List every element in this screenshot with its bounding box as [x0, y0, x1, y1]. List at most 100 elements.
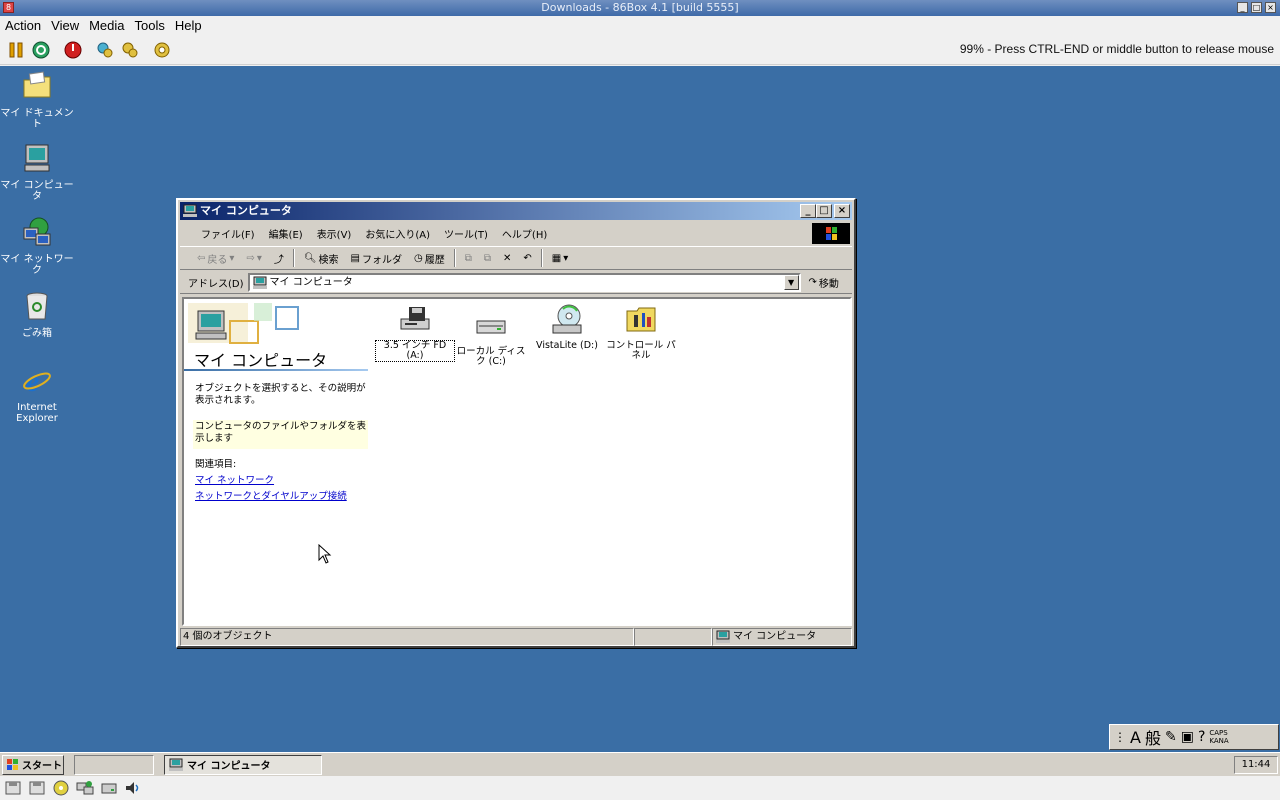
ime-conversion-mode[interactable]: 般 [1145, 725, 1161, 749]
desktop-icon-internet-explorer[interactable]: e Internet Explorer [0, 364, 74, 424]
delete-icon: ✕ [503, 252, 512, 264]
mouse-cursor-icon [318, 544, 332, 564]
ime-key-status: CAPS KANA [1209, 729, 1228, 745]
86box-app-icon: 8 [3, 2, 14, 13]
host-menu-bar: Action View Media Tools Help [0, 16, 1280, 35]
host-maximize-button[interactable]: □ [1251, 2, 1262, 13]
undo-icon: ↶ [523, 252, 532, 264]
address-dropdown-button[interactable]: ▼ [783, 275, 799, 290]
status-location-pane: マイ コンピュータ [712, 628, 852, 646]
move-to-button[interactable]: ⧉ [462, 253, 475, 264]
floppy-status-icon[interactable] [4, 780, 22, 796]
ime-help-icon[interactable]: ? [1198, 729, 1205, 745]
folders-button[interactable]: ▤ フォルダ [348, 251, 405, 266]
ctrl-alt-del-icon[interactable] [95, 40, 115, 60]
pause-icon[interactable] [6, 40, 26, 60]
drive-item-cd-d[interactable]: VistaLite (D:) [528, 303, 606, 351]
maximize-button[interactable]: □ [816, 204, 832, 218]
menu-file[interactable]: ファイル(F) [194, 226, 262, 241]
back-arrow-icon: ⇦ [197, 252, 206, 264]
hard-disk-status-icon[interactable] [100, 780, 118, 796]
start-button[interactable]: スタート [2, 754, 64, 775]
delete-button[interactable]: ✕ [500, 253, 514, 264]
history-button[interactable]: ◷ 履歴 [411, 251, 448, 266]
undo-button[interactable]: ↶ [520, 253, 534, 264]
desktop-icon-label: Internet Explorer [16, 402, 58, 424]
desktop-icon-label: マイ ドキュメント [0, 108, 74, 130]
go-button[interactable]: ↷ 移動 [809, 275, 839, 290]
link-network-dialup-connections[interactable]: ネットワークとダイヤルアップ接続 [195, 488, 347, 502]
history-icon: ◷ [414, 252, 423, 264]
search-button[interactable]: 🔍︎ 検索 [301, 251, 342, 266]
close-button[interactable]: × [834, 204, 850, 218]
desktop-icon-my-network[interactable]: マイ ネットワーク [0, 216, 74, 276]
copy-to-button[interactable]: ⧉ [481, 253, 494, 264]
taskbar-button-my-computer[interactable]: マイ コンピュータ [164, 754, 322, 775]
menu-action[interactable]: Action [0, 16, 46, 35]
hard-disk-icon [476, 320, 506, 334]
ctrl-alt-esc-icon[interactable] [120, 40, 140, 60]
forward-arrow-icon: ⇨ [246, 252, 255, 264]
guest-desktop[interactable]: マイ ドキュメント マイ コンピュータ マイ ネットワーク ごみ箱 e Inte… [0, 66, 1280, 776]
history-label: 履歴 [424, 254, 445, 266]
menu-help[interactable]: Help [170, 16, 207, 35]
go-arrow-icon: ↷ [808, 277, 817, 288]
address-input[interactable]: マイ コンピュータ ▼ [247, 273, 801, 292]
cd-status-icon[interactable] [52, 780, 70, 796]
folders-label: フォルダ [362, 254, 402, 266]
ime-handle-icon[interactable]: ⋮ [1114, 730, 1126, 744]
power-icon[interactable] [63, 40, 83, 60]
link-my-network[interactable]: マイ ネットワーク [195, 472, 274, 486]
related-items-label: 関連項目: [195, 459, 237, 470]
menu-help[interactable]: ヘルプ(H) [495, 226, 554, 241]
menu-edit[interactable]: 編集(E) [262, 226, 310, 241]
toolbar-separator [453, 249, 456, 267]
sidebar-hint: コンピュータのファイルやフォルダを表示します [193, 420, 368, 449]
folder-view[interactable]: マイ コンピュータ オブジェクトを選択すると、その説明が表示されます。 コンピュ… [182, 297, 852, 626]
minimize-button[interactable]: _ [800, 204, 816, 218]
drive-item-local-disk-c[interactable]: ローカル ディスク (C:) [452, 309, 530, 367]
menu-view[interactable]: 表示(V) [310, 226, 359, 241]
window-title: マイ コンピュータ [200, 204, 292, 217]
network-icon [23, 217, 51, 246]
views-button[interactable]: ▦ ▾ [549, 253, 571, 264]
menu-media[interactable]: Media [84, 16, 129, 35]
network-status-icon[interactable] [76, 780, 94, 796]
host-minimize-button[interactable]: _ [1237, 2, 1248, 13]
ime-pad-icon[interactable]: ▣ [1181, 729, 1194, 745]
menu-view[interactable]: View [46, 16, 84, 35]
host-close-button[interactable]: × [1265, 2, 1276, 13]
address-bar: アドレス(D) マイ コンピュータ ▼ ↷ 移動 [180, 272, 852, 294]
sound-status-icon[interactable] [124, 780, 142, 796]
up-folder-button[interactable]: ⤴ [271, 251, 287, 266]
desktop-icon-my-computer[interactable]: マイ コンピュータ [0, 142, 74, 202]
clock[interactable]: 11:44 [1234, 756, 1278, 774]
toolbar-separator [292, 249, 295, 267]
standard-toolbar: ⇦ 戻る ▾ ⇨ ▾ ⤴ 🔍︎ 検索 ▤ フォルダ ◷ 履歴 ⧉ ⧉ ✕ ↶ ▦… [180, 246, 852, 270]
ime-tool-icon[interactable]: ✎ [1165, 729, 1177, 745]
computer-icon [169, 758, 183, 771]
desktop-icon-label: マイ コンピュータ [0, 180, 74, 202]
floppy-status-icon[interactable] [28, 780, 46, 796]
reset-icon[interactable] [31, 40, 51, 60]
windows-flag-icon [7, 759, 18, 770]
menu-tools[interactable]: ツール(T) [437, 226, 495, 241]
computer-icon [716, 630, 730, 643]
drive-item-floppy[interactable]: 3.5 インチ FD (A:) [375, 303, 455, 362]
desktop-icon-recycle-bin[interactable]: ごみ箱 [0, 290, 74, 339]
window-title-bar[interactable]: マイ コンピュータ _ □ × [180, 202, 852, 220]
drive-item-control-panel[interactable]: コントロール パネル [602, 303, 680, 361]
up-folder-icon: ⤴ [273, 254, 284, 266]
computer-icon [183, 204, 197, 217]
computer-icon [252, 276, 267, 289]
menu-favorites[interactable]: お気に入り(A) [358, 226, 437, 241]
back-button[interactable]: ⇦ 戻る ▾ [194, 251, 237, 266]
desktop-icon-label: ごみ箱 [22, 328, 52, 339]
desktop-icon-my-documents[interactable]: マイ ドキュメント [0, 70, 74, 130]
menu-tools[interactable]: Tools [130, 16, 170, 35]
ime-input-mode-icon[interactable]: A [1130, 728, 1141, 747]
forward-button[interactable]: ⇨ ▾ [243, 253, 264, 264]
my-computer-window[interactable]: マイ コンピュータ _ □ × ファイル(F) 編集(E) 表示(V) お気に入… [176, 198, 856, 648]
drive-label: 3.5 インチ FD (A:) [375, 340, 455, 362]
settings-icon[interactable] [152, 40, 172, 60]
